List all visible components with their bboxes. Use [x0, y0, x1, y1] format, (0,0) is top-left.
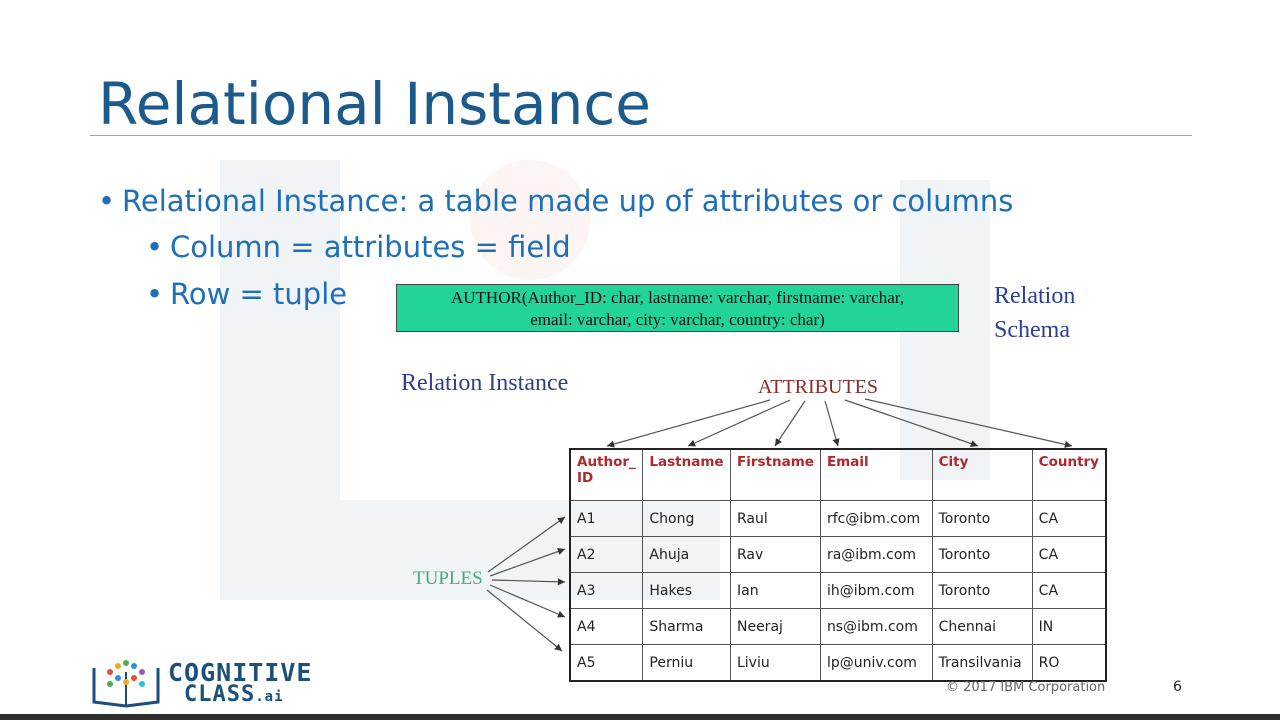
relation-instance-table: Author_ ID Lastname Firstname Email City… — [569, 448, 1107, 682]
header-city: City — [931, 448, 1033, 501]
arrow-to-author-id — [606, 399, 771, 448]
table-header-row: Author_ ID Lastname Firstname Email City… — [569, 448, 1107, 501]
table-row: A4 Sharma Neeraj ns@ibm.com Chennai IN — [569, 608, 1107, 645]
table-row: A2 Ahuja Rav ra@ibm.com Toronto CA — [569, 536, 1107, 573]
cell-country: CA — [1031, 572, 1107, 609]
cell-country: IN — [1031, 608, 1107, 645]
copyright-footer: © 2017 IBM Corporation — [946, 680, 1106, 695]
cell-email: ra@ibm.com — [819, 536, 933, 573]
cell-city: Toronto — [931, 572, 1033, 609]
cell-author-id: A4 — [569, 608, 644, 645]
arrow-to-row-a3 — [491, 578, 566, 586]
cell-lastname: Perniu — [642, 644, 731, 682]
cell-author-id: A2 — [569, 536, 644, 573]
arrow-to-country — [864, 398, 1073, 448]
header-email: Email — [819, 448, 933, 501]
cell-author-id: A5 — [569, 644, 644, 682]
arrow-to-row-a1 — [487, 516, 566, 573]
cell-email: ih@ibm.com — [819, 572, 933, 609]
cell-city: Toronto — [931, 500, 1033, 537]
cell-firstname: Liviu — [729, 644, 821, 682]
cell-lastname: Hakes — [642, 572, 731, 609]
cell-author-id: A1 — [569, 500, 644, 537]
cell-firstname: Raul — [729, 500, 821, 537]
bottom-bar — [0, 714, 1280, 720]
cell-lastname: Chong — [642, 500, 731, 537]
logo-text-class: CLASS.ai — [184, 682, 284, 707]
arrow-to-city — [844, 399, 979, 448]
logo-text-ai: .ai — [255, 689, 284, 705]
header-firstname: Firstname — [729, 448, 821, 501]
arrow-to-firstname — [774, 400, 806, 447]
cell-country: CA — [1031, 536, 1107, 573]
cell-city: Transilvania — [931, 644, 1033, 682]
header-country: Country — [1031, 448, 1107, 501]
cell-country: CA — [1031, 500, 1107, 537]
arrow-to-email — [824, 400, 840, 447]
table-row: A1 Chong Raul rfc@ibm.com Toronto CA — [569, 500, 1107, 537]
cell-email: ns@ibm.com — [819, 608, 933, 645]
cell-firstname: Neeraj — [729, 608, 821, 645]
arrow-to-lastname — [687, 399, 791, 447]
cell-lastname: Sharma — [642, 608, 731, 645]
header-lastname: Lastname — [642, 448, 731, 501]
header-author-id: Author_ ID — [569, 448, 644, 501]
slide: Relational Instance • Relational Instance… — [0, 0, 1280, 720]
cell-country: RO — [1031, 644, 1107, 682]
cell-email: rfc@ibm.com — [819, 500, 933, 537]
cell-firstname: Rav — [729, 536, 821, 573]
cell-city: Chennai — [931, 608, 1033, 645]
logo-text-class-word: CLASS — [184, 682, 256, 707]
page-number: 6 — [1173, 679, 1182, 695]
cell-author-id: A3 — [569, 572, 644, 609]
table-row: A3 Hakes Ian ih@ibm.com Toronto CA — [569, 572, 1107, 609]
cell-firstname: Ian — [729, 572, 821, 609]
cell-city: Toronto — [931, 536, 1033, 573]
table-row: A5 Perniu Liviu lp@univ.com Transilvania… — [569, 644, 1107, 682]
cell-lastname: Ahuja — [642, 536, 731, 573]
cell-email: lp@univ.com — [819, 644, 933, 682]
